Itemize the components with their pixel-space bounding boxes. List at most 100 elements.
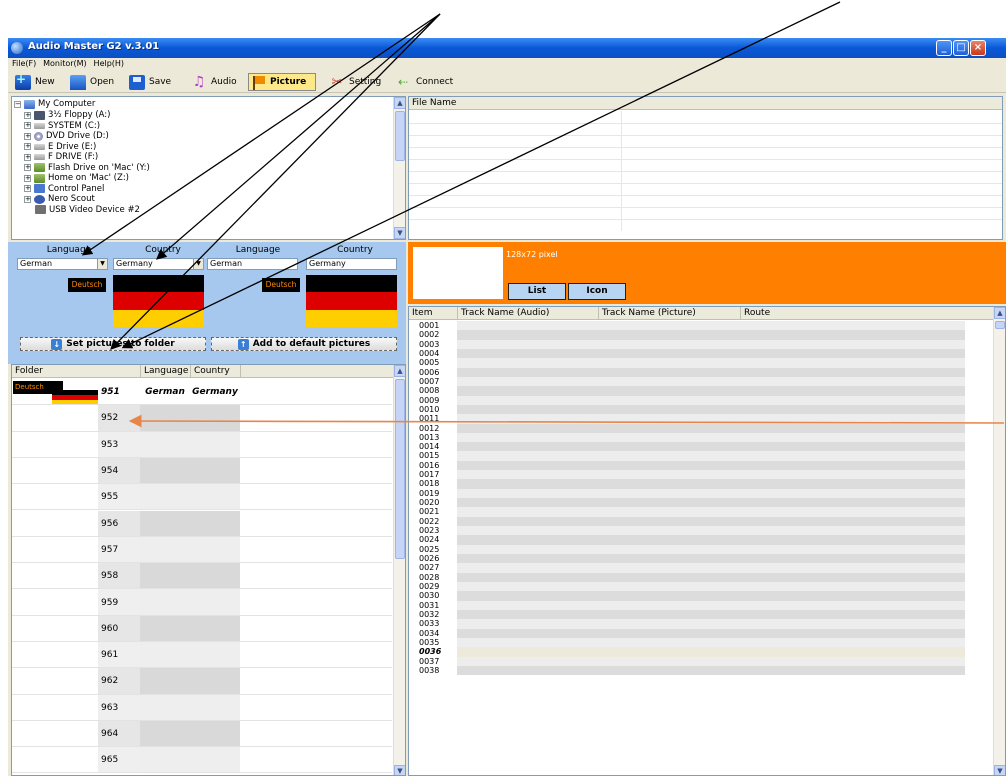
add-to-default-pictures-button[interactable]: ↑ Add to default pictures [211, 337, 397, 351]
file-name-header[interactable]: File Name [409, 97, 1002, 110]
picture-button[interactable]: Picture [248, 73, 316, 91]
language-field[interactable]: German [207, 258, 298, 270]
folder-row[interactable]: 960 [12, 615, 392, 642]
track-audio-cell[interactable] [457, 619, 965, 629]
track-table[interactable]: Item Track Name (Audio) Track Name (Pict… [408, 306, 1006, 776]
track-row[interactable]: 0023 [409, 526, 965, 536]
tree-item[interactable]: + Control Panel [24, 184, 104, 195]
tree-item[interactable]: + Home on 'Mac' (Z:) [24, 173, 129, 184]
track-audio-cell[interactable] [457, 442, 965, 452]
track-audio-cell[interactable] [457, 535, 965, 545]
track-audio-cell[interactable] [457, 479, 965, 489]
track-audio-cell[interactable] [457, 591, 965, 601]
close-button[interactable]: × [970, 40, 986, 56]
collapse-icon[interactable]: − [14, 100, 21, 108]
track-audio-cell[interactable] [457, 554, 965, 564]
scroll-up-icon[interactable]: ▲ [994, 307, 1005, 319]
minimize-button[interactable]: _ [936, 40, 952, 56]
folder-row[interactable]: 958 [12, 563, 392, 590]
list-view-button[interactable]: List [508, 283, 566, 300]
expand-icon[interactable]: + [24, 174, 31, 182]
icon-view-button[interactable]: Icon [568, 283, 626, 300]
track-audio-cell[interactable] [457, 572, 965, 582]
tree-item[interactable]: + 3½ Floppy (A:) [24, 110, 110, 121]
set-pictures-to-folder-button[interactable]: ↓ Set pictures to folder [20, 337, 206, 351]
track-scrollbar[interactable]: ▲ ▼ [993, 307, 1005, 775]
track-row[interactable]: 0004 [409, 348, 965, 359]
track-row[interactable]: 0006 [409, 367, 965, 377]
track-row[interactable]: 0038 [409, 665, 965, 676]
track-row[interactable]: 0024 [409, 535, 965, 545]
track-audio-cell[interactable] [457, 628, 965, 638]
track-audio-cell[interactable] [457, 647, 965, 657]
scroll-down-icon[interactable]: ▼ [394, 765, 405, 775]
track-audio-cell[interactable] [457, 488, 965, 499]
folder-row[interactable]: 953 [12, 431, 392, 458]
folder-column-header[interactable]: Folder [15, 365, 43, 378]
track-audio-cell[interactable] [457, 367, 965, 377]
tree-root[interactable]: − My Computer [14, 99, 95, 110]
dropdown-arrow-icon[interactable]: ▼ [97, 259, 107, 269]
track-audio-cell[interactable] [457, 609, 965, 620]
track-audio-cell[interactable] [457, 432, 965, 443]
track-audio-cell[interactable] [457, 348, 965, 359]
track-audio-cell[interactable] [457, 339, 965, 349]
route-column-header[interactable]: Route [744, 307, 770, 320]
expand-icon[interactable]: + [24, 164, 31, 172]
track-row[interactable]: 0011 [409, 414, 965, 424]
folder-row[interactable]: 961 [12, 642, 392, 669]
folder-row[interactable]: 959 [12, 589, 392, 616]
track-audio-cell[interactable] [457, 358, 965, 368]
track-row[interactable]: 0008 [409, 386, 965, 396]
track-row[interactable]: 0005 [409, 358, 965, 368]
track-row[interactable]: 0015 [409, 451, 965, 461]
country-field[interactable]: Germany [306, 258, 397, 270]
track-row[interactable]: 0014 [409, 442, 965, 452]
expand-icon[interactable]: + [24, 195, 31, 203]
expand-icon[interactable]: + [24, 132, 31, 140]
track-row[interactable]: 0028 [409, 572, 965, 582]
folder-row[interactable]: 957 [12, 536, 392, 564]
folder-row[interactable]: 962 [12, 668, 392, 695]
track-row[interactable]: 0034 [409, 628, 965, 638]
folder-row[interactable]: 965 [12, 747, 392, 774]
scroll-down-icon[interactable]: ▼ [394, 227, 405, 239]
track-row[interactable]: 0032 [409, 609, 965, 620]
track-audio-cell[interactable] [457, 321, 965, 331]
menu-monitor[interactable]: Monitor(M) [43, 58, 87, 70]
track-row[interactable]: 0029 [409, 581, 965, 592]
drive-tree[interactable]: − My Computer + 3½ Floppy (A:) + SYSTEM … [11, 96, 406, 240]
title-bar[interactable]: Audio Master G2 v.3.01 _ □ × [8, 38, 1006, 58]
track-audio-cell[interactable] [457, 386, 965, 396]
track-row[interactable]: 0037 [409, 656, 965, 666]
audio-track-column-header[interactable]: Track Name (Audio) [461, 307, 549, 320]
picture-preview[interactable] [413, 247, 503, 299]
track-row[interactable]: 0033 [409, 619, 965, 629]
track-row[interactable]: 0017 [409, 470, 965, 480]
menu-file[interactable]: File(F) [12, 58, 36, 70]
track-audio-cell[interactable] [457, 451, 965, 461]
folder-row[interactable]: 954 [12, 457, 392, 485]
expand-icon[interactable]: + [24, 143, 31, 151]
track-audio-cell[interactable] [457, 404, 965, 415]
track-row[interactable]: 0020 [409, 498, 965, 508]
track-row[interactable]: 0027 [409, 563, 965, 573]
track-row[interactable]: 0035 [409, 637, 965, 648]
setting-button[interactable]: ✂ Setting [326, 73, 384, 91]
folder-row[interactable]: 956 [12, 510, 392, 537]
save-button[interactable]: Save [126, 73, 174, 91]
tree-item[interactable]: USB Video Device #2 [35, 205, 140, 216]
new-button[interactable]: New [12, 72, 58, 91]
expand-icon[interactable]: + [24, 185, 31, 193]
track-row[interactable]: 0025 [409, 544, 965, 554]
folder-row[interactable]: 964 [12, 720, 392, 748]
track-row[interactable]: 0013 [409, 432, 965, 443]
track-row[interactable]: 0036 [409, 647, 965, 657]
folder-row[interactable]: 955 [12, 484, 392, 511]
item-column-header[interactable]: Item [412, 307, 433, 320]
track-audio-cell[interactable] [457, 516, 965, 527]
maximize-button[interactable]: □ [953, 40, 969, 56]
track-audio-cell[interactable] [457, 637, 965, 648]
tree-item[interactable]: + E Drive (E:) [24, 142, 96, 153]
track-row[interactable]: 0009 [409, 395, 965, 405]
